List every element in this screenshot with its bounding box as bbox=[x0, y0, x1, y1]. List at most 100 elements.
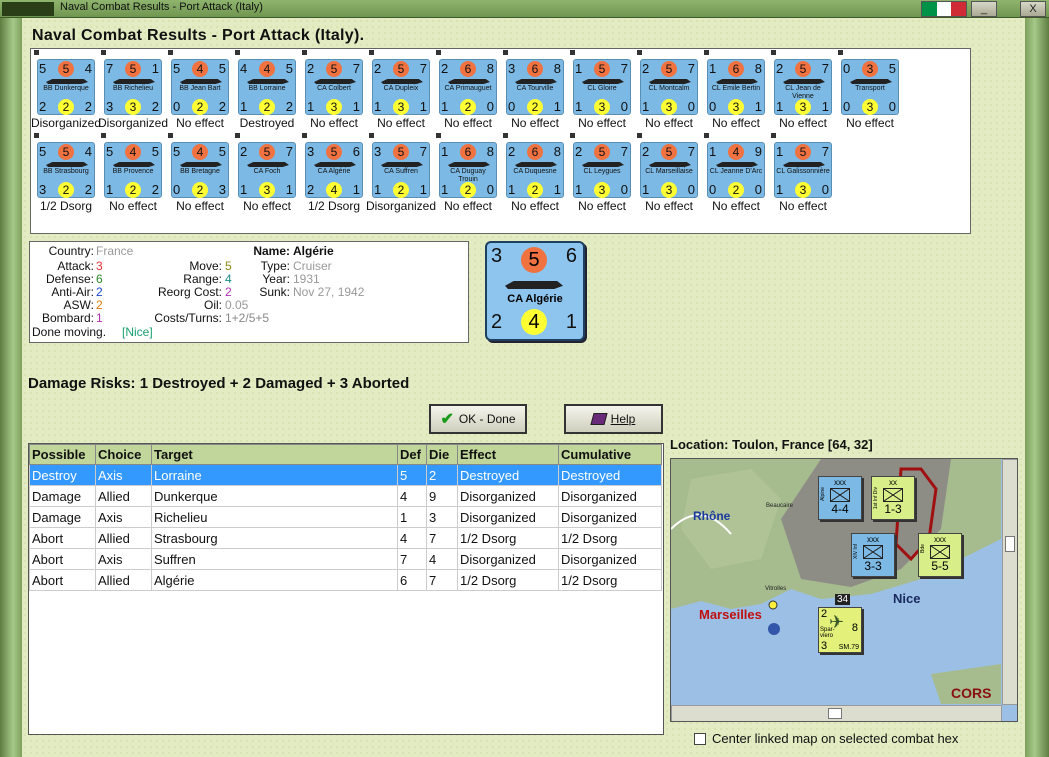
unit-counter[interactable]: 2 5 7 CA Foch 1 3 1 No effect bbox=[235, 133, 299, 213]
unit-counter[interactable]: 5 5 4 BB Strasbourg 3 2 2 1/2 Dsorg bbox=[34, 133, 98, 213]
unit-selector-dot bbox=[34, 50, 39, 55]
unit-selector-dot bbox=[838, 50, 843, 55]
air-unit-counter[interactable]: 2 8 ✈ Spar-viero 3 SM.79 bbox=[818, 607, 862, 653]
unit-counter[interactable]: 2 6 8 CA Primauguet 1 2 0 No effect bbox=[436, 50, 500, 130]
map-unit-counter[interactable]: xxx 4-4 Alpine bbox=[818, 476, 862, 520]
center-map-checkbox[interactable] bbox=[694, 732, 706, 745]
italy-flag-icon bbox=[921, 1, 967, 17]
table-cell: Lorraine bbox=[151, 464, 398, 486]
counter-bottom-left: 1 bbox=[642, 99, 650, 114]
col-target[interactable]: Target bbox=[151, 444, 398, 465]
map-unit-counter[interactable]: xxx 5-5 Bde bbox=[918, 533, 962, 577]
map-vertical-scrollbar[interactable] bbox=[1002, 459, 1017, 705]
map-horizontal-scrollbar[interactable] bbox=[671, 705, 1002, 721]
counter-bottom-right: 0 bbox=[888, 99, 896, 114]
unit-selector-dot bbox=[369, 133, 374, 138]
counter-attack: 5 bbox=[661, 61, 677, 77]
attack-label: Attack: bbox=[57, 259, 94, 273]
counter-result: No effect bbox=[310, 116, 358, 130]
unit-counter[interactable]: 1 5 7 CL Gloire 1 3 0 No effect bbox=[570, 50, 634, 130]
map-vscroll-thumb[interactable] bbox=[1005, 536, 1015, 552]
map-label-marseilles: Marseilles bbox=[699, 607, 762, 622]
counter-result: No effect bbox=[377, 116, 425, 130]
help-button[interactable]: Help bbox=[564, 404, 663, 434]
unit-counter[interactable]: 5 4 5 BB Jean Bart 0 2 2 No effect bbox=[168, 50, 232, 130]
table-row[interactable]: Damage Allied Dunkerque 4 9 Disorganized Disor… bbox=[29, 485, 662, 507]
unit-counter[interactable]: 3 6 8 CA Tourville 0 2 1 No effect bbox=[503, 50, 567, 130]
minimize-button[interactable]: _ bbox=[971, 1, 997, 17]
col-die[interactable]: Die bbox=[426, 444, 458, 465]
counter-face: 1 4 9 CL Jeanne D'Arc 0 2 0 bbox=[707, 142, 765, 198]
table-row[interactable]: Abort Allied Algérie 6 7 1/2 Dsorg 1/2 Dsorg bbox=[29, 569, 662, 591]
air-unit-name: Spar-viero bbox=[820, 627, 835, 639]
counter-top-right: 7 bbox=[285, 144, 293, 159]
unit-counter[interactable]: 2 5 7 CA Colbert 1 3 1 No effect bbox=[302, 50, 366, 130]
year-label: Year: bbox=[262, 272, 290, 286]
air-bottom-left: 3 bbox=[821, 640, 828, 652]
hex-marker: 34 bbox=[835, 594, 851, 605]
table-row[interactable]: Abort Allied Strasbourg 4 7 1/2 Dsorg 1/2 Dsor… bbox=[29, 527, 662, 549]
counter-top-left: 2 bbox=[307, 61, 315, 76]
table-row[interactable]: Abort Axis Suffren 7 4 Disorganized Disorganiz… bbox=[29, 548, 662, 570]
counter-bottom-left: 0 bbox=[709, 99, 717, 114]
unit-counter[interactable]: 4 4 5 BB Lorraine 1 2 2 Destroyed bbox=[235, 50, 299, 130]
table-row[interactable]: Destroy Axis Lorraine 5 2 Destroyed Destroyed bbox=[29, 464, 662, 486]
unit-counter[interactable]: 5 4 5 BB Bretagne 0 2 3 No effect bbox=[168, 133, 232, 213]
unit-counter[interactable]: 1 5 7 CL Galissonnière 1 3 0 No effect bbox=[771, 133, 835, 213]
unit-counter[interactable]: 3 5 6 CA Algérie 2 4 1 1/2 Dsorg bbox=[302, 133, 366, 213]
unit-selector-dot bbox=[369, 50, 374, 55]
counter-result: 1/2 Dsorg bbox=[39, 199, 93, 213]
attack-value: 3 bbox=[96, 259, 103, 273]
counter-bottom-left: 1 bbox=[776, 182, 784, 197]
oil-value: 0.05 bbox=[225, 298, 249, 312]
counter-bottom-left: 1 bbox=[642, 182, 650, 197]
col-possible[interactable]: Possible bbox=[29, 444, 96, 465]
unit-counter[interactable]: 2 5 7 CL Montcalm 1 3 0 No effect bbox=[637, 50, 701, 130]
counter-bottom-right: 0 bbox=[620, 182, 628, 197]
unit-counter[interactable]: 1 6 8 CL Emile Bertin 0 3 1 No effect bbox=[704, 50, 768, 130]
unit-counter[interactable]: 2 5 7 CL Leygues 1 3 0 No effect bbox=[570, 133, 634, 213]
unit-type-icon bbox=[930, 545, 950, 559]
page-title: Naval Combat Results - Port Attack (Ital… bbox=[32, 27, 365, 44]
unit-counter[interactable]: 2 5 7 CA Dupleix 1 3 1 No effect bbox=[369, 50, 433, 130]
selected-unit-counter[interactable]: 3 5 6 CA Algérie 2 4 1 bbox=[485, 241, 585, 341]
close-button[interactable]: X bbox=[1020, 1, 1046, 17]
col-cumulative[interactable]: Cumulative bbox=[558, 444, 662, 465]
table-cell: Dunkerque bbox=[151, 485, 398, 507]
unit-selector-dot bbox=[503, 133, 508, 138]
counter-defense: 3 bbox=[259, 182, 275, 198]
counter-top-left: 1 bbox=[575, 61, 583, 76]
table-cell: Axis bbox=[95, 464, 152, 486]
unit-counter[interactable]: 5 5 4 BB Dunkerque 2 2 2 Disorganized bbox=[31, 50, 101, 130]
map-unit-counter[interactable]: xx 1-3 1st Inf Div bbox=[871, 476, 915, 520]
unit-counter[interactable]: 3 5 7 CA Suffren 1 2 1 Disorganized bbox=[366, 133, 436, 213]
map-hscroll-thumb[interactable] bbox=[828, 708, 842, 719]
table-row[interactable]: Damage Axis Richelieu 1 3 Disorganized Disorga… bbox=[29, 506, 662, 528]
unit-counter[interactable]: 0 3 5 Transport 0 3 0 No effect bbox=[838, 50, 902, 130]
counter-bottom-right: 1 bbox=[553, 99, 561, 114]
linked-map[interactable]: Rhône Marseilles Nice CORS Beaucaire Vit… bbox=[670, 458, 1018, 722]
unit-counter[interactable]: 1 4 9 CL Jeanne D'Arc 0 2 0 No effect bbox=[704, 133, 768, 213]
counter-bottom-left: 3 bbox=[39, 182, 47, 197]
col-choice[interactable]: Choice bbox=[95, 444, 152, 465]
flag-stripe-white bbox=[936, 2, 952, 16]
ship-silhouette-icon bbox=[515, 79, 557, 84]
counter-face: 5 5 4 BB Dunkerque 2 2 2 bbox=[37, 59, 95, 115]
col-effect[interactable]: Effect bbox=[457, 444, 559, 465]
ok-done-button[interactable]: ✔ OK - Done bbox=[429, 404, 527, 434]
counter-bottom-right: 0 bbox=[486, 182, 494, 197]
col-def[interactable]: Def bbox=[397, 444, 427, 465]
counter-attack: 4 bbox=[728, 144, 744, 160]
counter-top-right: 8 bbox=[553, 61, 561, 76]
unit-counter[interactable]: 5 4 5 BB Provence 1 2 2 No effect bbox=[101, 133, 165, 213]
unit-counter[interactable]: 7 5 1 BB Richelieu 3 3 2 Disorganized bbox=[98, 50, 168, 130]
unit-counter[interactable]: 2 5 7 CL Marseillaise 1 3 0 No effect bbox=[637, 133, 701, 213]
center-map-option[interactable]: Center linked map on selected combat hex bbox=[694, 731, 958, 746]
counter-bottom-right: 0 bbox=[687, 182, 695, 197]
unit-counter[interactable]: 2 6 8 CA Duquesne 1 2 1 No effect bbox=[503, 133, 567, 213]
unit-counter[interactable]: 2 5 7 CL Jean de Vienne 1 3 1 No effect bbox=[771, 50, 835, 130]
map-unit-counter[interactable]: xxx 3-3 XIV Inf bbox=[851, 533, 895, 577]
counter-bottom-right: 2 bbox=[84, 182, 92, 197]
counter-top-left: 2 bbox=[508, 144, 516, 159]
unit-counter[interactable]: 1 6 8 CA Duguay Trouin 1 2 0 No effect bbox=[436, 133, 500, 213]
